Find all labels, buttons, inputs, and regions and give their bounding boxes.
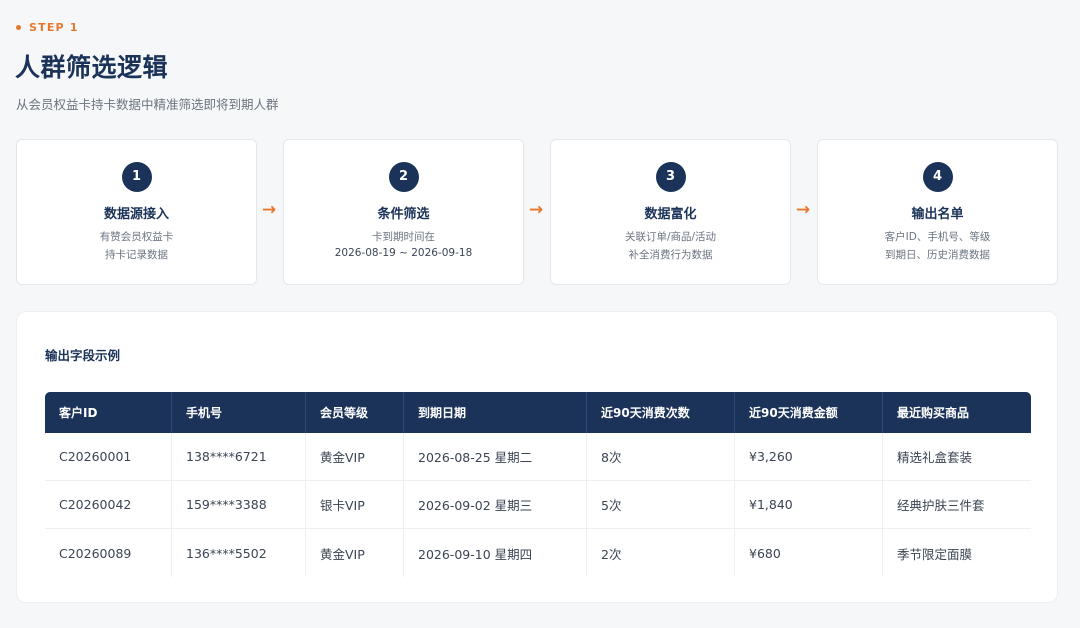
cell-phone: 159****3388 xyxy=(172,481,306,529)
panel-title: 输出字段示例 xyxy=(45,348,121,363)
step-desc-line2: 补全消费行为数据 xyxy=(628,249,713,261)
cell-expiry-date: 2026-09-02 星期三 xyxy=(404,481,587,529)
cell-last-product: 季节限定面膜 xyxy=(897,546,973,562)
column-header-expiry-date: 到期日期 xyxy=(404,392,587,433)
table-header-row: 客户ID 手机号 会员等级 到期日期 近90天消费次数 近90天消费金额 最近购… xyxy=(45,392,1031,433)
step-desc-line1: 卡到期时间在 xyxy=(372,231,435,243)
step-desc-line2: 2026-08-19 ~ 2026-09-18 xyxy=(334,247,473,259)
cell-last-product: 精选礼盒套装 xyxy=(883,433,1031,481)
cell-member-level: 黄金VIP xyxy=(306,529,404,577)
cell-spend-amount: ¥1,840 xyxy=(735,481,883,529)
arrow-right-icon: → xyxy=(795,200,811,220)
output-fields-table: 客户ID 手机号 会员等级 到期日期 近90天消费次数 近90天消费金额 最近购… xyxy=(45,392,1031,577)
cell-customer-id: C20260089 xyxy=(45,529,172,577)
cell-order-count: 2次 xyxy=(587,529,735,577)
page-title: 人群筛选逻辑 xyxy=(15,53,169,82)
cell-phone: 138****6721 xyxy=(172,433,306,481)
step-title: 条件筛选 xyxy=(377,207,430,222)
cell-phone: 136****5502 xyxy=(172,529,306,577)
table-row: C20260042 159****3388 银卡VIP 2026-09-02 星… xyxy=(45,481,1031,529)
cell-member-level: 银卡VIP xyxy=(306,481,404,529)
step-tag: STEP 1 xyxy=(16,21,79,34)
column-header-spend-amount: 近90天消费金额 xyxy=(735,392,883,433)
cell-last-product: 经典护肤三件套 xyxy=(883,481,1031,529)
cell-customer-id: C20260042 xyxy=(45,481,172,529)
arrow-right-icon: → xyxy=(528,200,544,220)
cell-order-count: 5次 xyxy=(587,481,735,529)
page-subtitle: 从会员权益卡持卡数据中精准筛选即将到期人群 xyxy=(16,97,279,112)
cell-customer-id: C20260001 xyxy=(45,433,172,481)
step-number-badge: 3 xyxy=(655,162,686,192)
step-number-badge: 2 xyxy=(388,162,419,192)
column-header-phone: 手机号 xyxy=(172,392,306,433)
column-header-last-product: 最近购买商品 xyxy=(883,392,1031,433)
step-card-3: 3 数据富化 关联订单/商品/活动 补全消费行为数据 xyxy=(550,139,791,285)
table-row: C20260089 136****5502 黄金VIP 2026-09-10 星… xyxy=(45,529,1031,577)
step-desc-line1: 有赞会员权益卡 xyxy=(99,231,174,243)
cell-spend-amount: ¥3,260 xyxy=(735,433,883,481)
dot-icon xyxy=(16,25,21,30)
step-card-2: 2 条件筛选 卡到期时间在 2026-08-19 ~ 2026-09-18 xyxy=(283,139,524,285)
process-steps: 1 数据源接入 有赞会员权益卡 持卡记录数据 2 条件筛选 卡到期时间在 202… xyxy=(16,139,1058,285)
step-title: 数据源接入 xyxy=(103,207,169,222)
cell-order-count: 8次 xyxy=(587,433,735,481)
output-fields-panel: 输出字段示例 客户ID 手机号 会员等级 到期日期 近90天消费次数 近90天消… xyxy=(16,311,1058,603)
cell-spend-amount: ¥680 xyxy=(735,529,883,577)
arrow-right-icon: → xyxy=(261,200,277,220)
step-label: STEP 1 xyxy=(29,21,79,34)
step-title: 数据富化 xyxy=(644,207,697,222)
step-desc-line2: 持卡记录数据 xyxy=(105,249,168,261)
cell-expiry-date: 2026-09-10 星期四 xyxy=(404,529,587,577)
step-title: 输出名单 xyxy=(911,207,964,222)
cell-member-level: 黄金VIP xyxy=(306,433,404,481)
step-desc-line1: 关联订单/商品/活动 xyxy=(624,231,717,243)
page: STEP 1 人群筛选逻辑 从会员权益卡持卡数据中精准筛选即将到期人群 1 数据… xyxy=(0,0,1080,628)
column-header-order-count: 近90天消费次数 xyxy=(587,392,735,433)
cell-expiry-date: 2026-08-25 星期二 xyxy=(404,433,587,481)
step-desc-line1: 客户ID、手机号、等级 xyxy=(884,231,991,243)
column-header-member-level: 会员等级 xyxy=(306,392,404,433)
column-header-customer-id: 客户ID xyxy=(45,392,172,433)
step-number-badge: 4 xyxy=(922,162,953,192)
step-card-1: 1 数据源接入 有赞会员权益卡 持卡记录数据 xyxy=(16,139,257,285)
step-card-4: 4 输出名单 客户ID、手机号、等级 到期日、历史消费数据 xyxy=(817,139,1058,285)
table-row: C20260001 138****6721 黄金VIP 2026-08-25 星… xyxy=(45,433,1031,481)
step-desc-line2: 到期日、历史消费数据 xyxy=(885,249,990,261)
step-number-badge: 1 xyxy=(121,162,152,192)
